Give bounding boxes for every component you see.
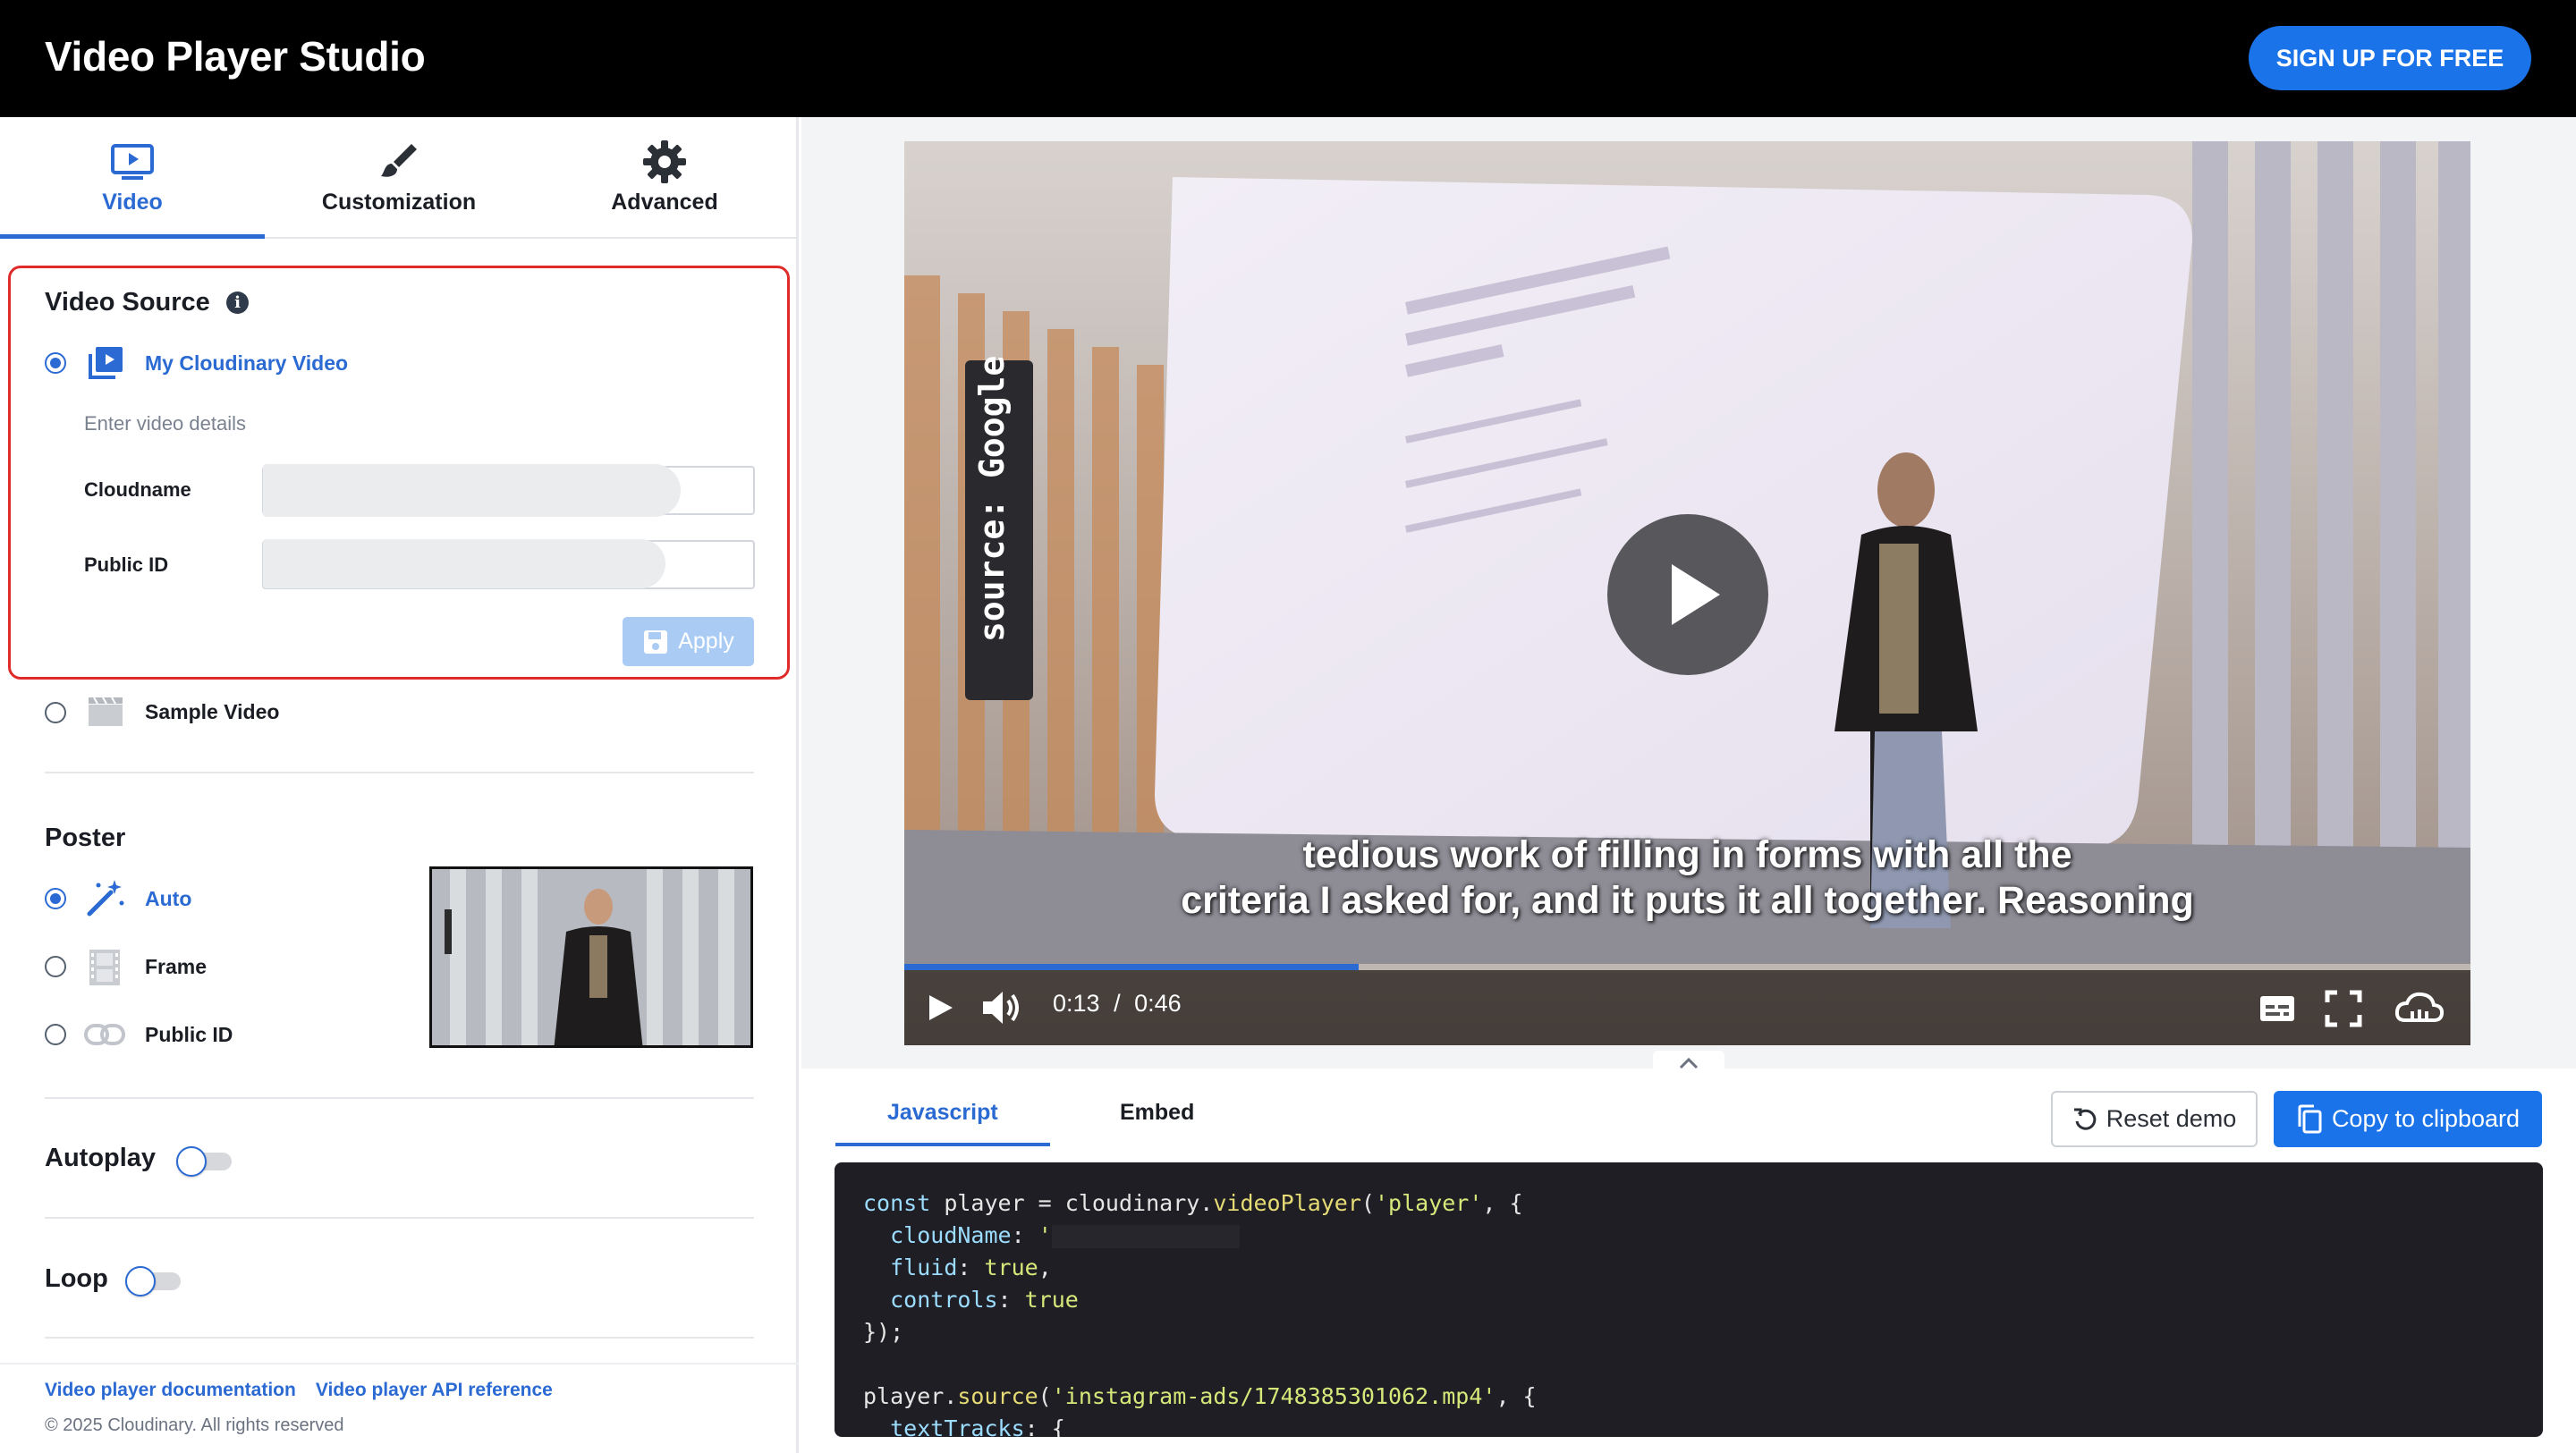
video-source-title: Video Source: [45, 288, 210, 317]
play-icon: [1672, 564, 1720, 625]
link-icon: [84, 1024, 125, 1045]
copy-label: Copy to clipboard: [2331, 1105, 2521, 1132]
sign-up-button[interactable]: SIGN UP FOR FREE: [2249, 26, 2531, 90]
volume-icon[interactable]: [979, 988, 1022, 1027]
code-line: fluid: true,: [890, 1254, 1052, 1280]
tab-javascript[interactable]: Javascript: [887, 1100, 998, 1126]
code-line: });: [863, 1319, 904, 1345]
public-id-label: Public ID: [84, 553, 169, 576]
poster-auto-radio[interactable]: [45, 888, 66, 909]
settings-sidebar: Video Customization Advanced Video Sourc…: [0, 117, 799, 1453]
magic-wand-icon: [87, 880, 124, 917]
tab-embed[interactable]: Embed: [1120, 1100, 1194, 1126]
poster-frame-radio[interactable]: [45, 956, 66, 977]
autoplay-toggle[interactable]: [176, 1146, 232, 1177]
tab-advanced[interactable]: Advanced: [532, 117, 797, 239]
apply-button[interactable]: Apply: [623, 617, 754, 666]
cloudinary-logo-icon[interactable]: [2394, 990, 2445, 1026]
top-header: Video Player Studio SIGN UP FOR FREE: [0, 0, 2576, 117]
autoplay-label: Autoplay: [45, 1144, 157, 1172]
subtitle-line-2: criteria I asked for, and it puts it all…: [1181, 879, 2194, 922]
copy-icon: [2298, 1104, 2322, 1133]
poster-thumbnail: [429, 866, 753, 1048]
code-line: const player = cloudinary.videoPlayer('p…: [863, 1190, 1523, 1216]
subtitle-line-1: tedious work of filling in forms with al…: [1302, 833, 2072, 876]
subtitle-overlay: tedious work of filling in forms with al…: [904, 832, 2470, 924]
tab-customization-label: Customization: [321, 190, 477, 215]
divider: [45, 772, 754, 773]
divider: [45, 1217, 754, 1219]
code-tab-indicator: [835, 1143, 1050, 1146]
toggle-knob: [125, 1266, 156, 1297]
footer-separator: [0, 1363, 799, 1364]
tab-video[interactable]: Video: [0, 117, 265, 239]
captions-icon[interactable]: [2258, 994, 2296, 1023]
poster-auto-label[interactable]: Auto: [145, 887, 191, 911]
cloudname-redacted-value: [263, 464, 681, 517]
poster-frame-label[interactable]: Frame: [145, 955, 207, 979]
duration: 0:46: [1134, 990, 1182, 1017]
code-snippet[interactable]: const player = cloudinary.videoPlayer('p…: [835, 1162, 2543, 1437]
time-display: 0:13 / 0:46: [1053, 990, 1182, 1018]
loop-label: Loop: [45, 1264, 108, 1293]
code-line: controls: true: [890, 1287, 1079, 1313]
gear-icon: [643, 140, 686, 183]
redacted-cloudname: [1051, 1225, 1240, 1248]
clapperboard-icon: [89, 697, 123, 726]
seek-bar[interactable]: [904, 964, 2470, 970]
tab-advanced-label: Advanced: [611, 190, 718, 215]
api-reference-link[interactable]: Video player API reference: [316, 1380, 553, 1400]
code-line: textTracks: {: [890, 1415, 1065, 1437]
my-cloudinary-video-label[interactable]: My Cloudinary Video: [145, 351, 348, 376]
sample-video-radio[interactable]: [45, 702, 66, 723]
toggle-knob: [176, 1146, 207, 1177]
my-cloudinary-video-radio[interactable]: [45, 352, 66, 374]
reset-icon: [2073, 1108, 2096, 1130]
reset-demo-button[interactable]: Reset demo: [2051, 1091, 2258, 1147]
brush-icon: [381, 144, 417, 177]
divider: [45, 1097, 754, 1099]
big-play-button[interactable]: [1607, 514, 1768, 675]
poster-image: [432, 869, 750, 1045]
footer-links: Video player documentation Video player A…: [45, 1380, 572, 1401]
code-line: cloudName: ': [863, 1220, 2514, 1252]
time-separator: /: [1114, 990, 1121, 1017]
documentation-link[interactable]: Video player documentation: [45, 1380, 296, 1400]
video-player[interactable]: source: Google tedious work of filling i…: [904, 141, 2470, 1045]
public-id-redacted-value: [263, 539, 665, 588]
player-controls: 0:13 / 0:46: [904, 970, 2470, 1045]
poster-public-id-label[interactable]: Public ID: [145, 1023, 233, 1047]
play-icon[interactable]: [924, 992, 956, 1024]
seek-bar-progress: [904, 964, 1359, 970]
video-watermark: source: Google: [972, 355, 1012, 642]
poster-title: Poster: [45, 824, 126, 852]
film-strip-icon: [89, 950, 120, 985]
info-icon[interactable]: i: [226, 291, 249, 314]
active-tab-indicator: [0, 234, 265, 239]
code-line: player.source('instagram-ads/17483853010…: [863, 1383, 1537, 1409]
poster-public-id-radio[interactable]: [45, 1024, 66, 1045]
copy-to-clipboard-button[interactable]: Copy to clipboard: [2274, 1091, 2542, 1147]
tab-video-label: Video: [102, 190, 163, 215]
save-icon: [644, 629, 668, 654]
loop-toggle[interactable]: [125, 1266, 181, 1297]
settings-tabs: Video Customization Advanced: [0, 117, 799, 239]
copyright-text: © 2025 Cloudinary. All rights reserved: [45, 1415, 344, 1435]
tab-customization[interactable]: Customization: [267, 117, 531, 239]
app-title: Video Player Studio: [45, 33, 426, 80]
video-icon: [111, 144, 154, 180]
fullscreen-icon[interactable]: [2325, 990, 2362, 1027]
divider: [45, 1337, 754, 1339]
current-time: 0:13: [1053, 990, 1100, 1017]
sample-video-label[interactable]: Sample Video: [145, 700, 279, 724]
video-details-hint: Enter video details: [84, 412, 246, 435]
apply-label: Apply: [678, 629, 734, 654]
cloudname-label: Cloudname: [84, 478, 191, 501]
reset-demo-label: Reset demo: [2106, 1105, 2237, 1132]
video-library-icon: [89, 347, 123, 379]
